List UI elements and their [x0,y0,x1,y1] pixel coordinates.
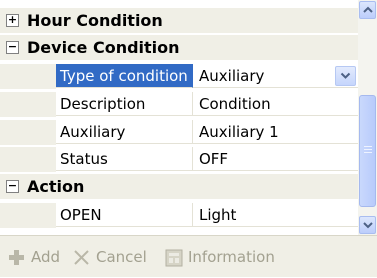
information-icon [165,249,183,267]
property-grid: + Hour Condition − Device Condition Type… [0,0,358,235]
property-value[interactable]: Light [193,203,358,227]
toolbar: Add Cancel Information [0,235,377,277]
property-name[interactable]: Type of condition [56,64,193,88]
chevron-up-icon [363,6,373,13]
expand-toggle-icon[interactable]: + [6,14,19,27]
add-button[interactable]: Add [8,236,68,278]
cancel-x-icon [74,250,89,265]
property-name[interactable]: Description [56,92,193,116]
category-label: Device Condition [27,38,180,57]
property-row-type-of-condition[interactable]: Type of condition Auxiliary [0,64,358,89]
plus-icon [9,250,24,265]
information-label: Information [188,248,275,266]
property-row-auxiliary[interactable]: Auxiliary Auxiliary 1 [0,120,358,145]
category-hour-condition[interactable]: + Hour Condition [0,8,358,33]
category-action[interactable]: − Action [0,174,358,199]
property-name[interactable]: Status [56,147,193,171]
cancel-label: Cancel [96,248,147,266]
scroll-up-button[interactable] [359,1,376,19]
information-button[interactable]: Information [165,236,305,278]
category-label: Hour Condition [27,11,163,30]
collapse-toggle-icon[interactable]: − [6,41,19,54]
category-label: Action [27,177,85,196]
scroll-down-button[interactable] [359,216,376,234]
property-value-select[interactable]: Auxiliary [193,64,358,88]
chevron-down-icon [363,222,373,229]
property-name[interactable]: OPEN [56,203,193,227]
chevron-down-icon [340,72,351,79]
property-name[interactable]: Auxiliary [56,120,193,144]
vertical-scrollbar[interactable] [358,0,377,235]
property-value[interactable]: Auxiliary 1 [193,120,358,144]
scroll-thumb[interactable] [359,95,376,207]
property-value[interactable]: Condition [193,92,358,116]
property-value[interactable]: OFF [193,147,358,171]
category-device-condition[interactable]: − Device Condition [0,35,358,60]
add-label: Add [31,248,61,266]
collapse-toggle-icon[interactable]: − [6,180,19,193]
property-row-status[interactable]: Status OFF [0,147,358,172]
property-row-description[interactable]: Description Condition [0,92,358,117]
cancel-button[interactable]: Cancel [73,236,161,278]
property-panel: + Hour Condition − Device Condition Type… [0,0,377,277]
dropdown-button[interactable] [335,66,356,86]
property-row-open[interactable]: OPEN Light [0,203,358,228]
property-value: Auxiliary [199,67,265,85]
